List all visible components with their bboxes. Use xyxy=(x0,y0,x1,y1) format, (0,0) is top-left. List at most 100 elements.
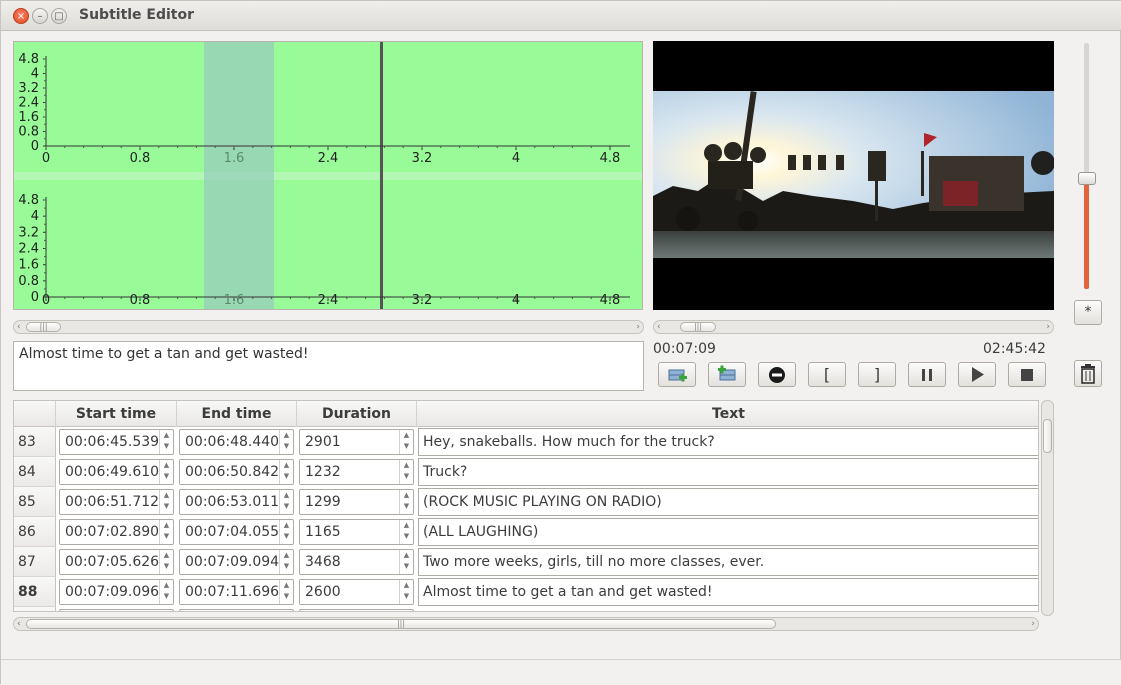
end-time-spinbox[interactable]: 00:07:04.055 ▲ ▼ xyxy=(179,519,294,545)
insert-before-icon xyxy=(668,369,687,382)
waveform-panel[interactable]: 4.8 4 3.2 2.4 1.6 0.8 0 0 0.8 1.6 2.4 3.2 4 4.8 4.8 4 3.… xyxy=(13,41,643,310)
volume-slider-handle[interactable] xyxy=(1078,172,1096,185)
minimize-window-button[interactable]: – xyxy=(32,8,48,24)
subtitle-table[interactable]: Start time End time Duration Text 83 00:0… xyxy=(13,400,1039,612)
row-number[interactable]: 88 xyxy=(14,577,56,607)
maximize-window-button[interactable]: □ xyxy=(51,8,67,24)
table-horizontal-scroll-thumb[interactable]: ||| xyxy=(26,619,776,629)
insert-after-button[interactable] xyxy=(708,362,746,387)
spin-arrows-icon[interactable]: ▲ ▼ xyxy=(159,550,173,574)
spin-arrows-icon[interactable]: ▲ ▼ xyxy=(159,520,173,544)
start-time-spinbox[interactable]: 00:06:51.712 ▲ ▼ xyxy=(59,489,174,515)
spin-arrows-icon[interactable]: ▲ ▼ xyxy=(279,490,293,514)
end-time-spinbox[interactable]: 00:06:53.011 ▲ ▼ xyxy=(179,489,294,515)
subtitle-text-cell[interactable]: (ALL LAUGHING) xyxy=(418,518,1038,546)
table-row[interactable]: 85 00:06:51.712 ▲ ▼ 00:06:53.011 ▲ ▼ 1299 ▲ ▼ (ROC… xyxy=(14,487,1038,517)
y-tick-label: 0.8 xyxy=(18,274,39,289)
waveform-scroll-thumb[interactable]: ||| xyxy=(26,322,61,332)
duration-spinbox[interactable]: 3468 ▲ ▼ xyxy=(299,549,414,575)
end-time-spinbox[interactable]: 00:06:48.440 ▲ ▼ xyxy=(179,429,294,455)
spin-arrows-icon[interactable]: ▲ ▼ xyxy=(279,580,293,604)
spin-arrows-icon[interactable]: ▲ ▼ xyxy=(279,460,293,484)
text-header[interactable]: Text xyxy=(417,401,1038,427)
start-time-spinbox[interactable]: 00:06:45.539 ▲ ▼ xyxy=(59,429,174,455)
table-scroll-right-icon[interactable]: › xyxy=(1031,618,1035,630)
start-time-spinbox[interactable]: 00:07:02.890 ▲ ▼ xyxy=(59,519,174,545)
subtitle-text-cell[interactable]: Almost time to get a tan and get wasted! xyxy=(418,578,1038,606)
spin-arrows-icon[interactable]: ▲ ▼ xyxy=(279,520,293,544)
spin-arrows-icon[interactable]: ▲ ▼ xyxy=(159,490,173,514)
row-number[interactable]: 86 xyxy=(14,517,56,547)
table-scroll-left-icon[interactable]: ‹ xyxy=(17,618,21,630)
subtitle-text-cell[interactable]: Truck? xyxy=(418,458,1038,486)
waveform-axes: 4.843.22.41.60.800 0.8 1.6 2.4 3.2 4 4.84.843.… xyxy=(18,52,630,308)
scroll-right-icon[interactable]: › xyxy=(636,321,640,333)
start-time-spinbox[interactable]: 00:06:49.610 ▲ ▼ xyxy=(59,459,174,485)
remove-subtitle-button[interactable] xyxy=(758,362,796,387)
pause-button[interactable] xyxy=(908,362,946,387)
spin-arrows-icon[interactable]: ▲ ▼ xyxy=(399,490,413,514)
spin-arrows-icon[interactable]: ▲ ▼ xyxy=(279,550,293,574)
stop-button[interactable] xyxy=(1008,362,1046,387)
seek-left-icon[interactable]: ‹ xyxy=(657,321,661,333)
remove-icon xyxy=(769,367,785,383)
duration-spinbox[interactable]: 1165 ▲ ▼ xyxy=(299,519,414,545)
spin-arrows-icon[interactable]: ▲ ▼ xyxy=(399,460,413,484)
row-number[interactable]: 83 xyxy=(14,427,56,457)
table-row[interactable]: 88 00:07:09.096 ▲ ▼ 00:07:11.696 ▲ ▼ 2600 ▲ ▼ Almo… xyxy=(14,577,1038,607)
table-row[interactable]: 84 00:06:49.610 ▲ ▼ 00:06:50.842 ▲ ▼ 1232 ▲ ▼ Truc… xyxy=(14,457,1038,487)
subtitle-text-editor[interactable]: Almost time to get a tan and get wasted! xyxy=(13,341,644,391)
spin-arrows-icon[interactable]: ▲ ▼ xyxy=(159,580,173,604)
video-seek-thumb[interactable]: ||| xyxy=(680,322,716,332)
table-vertical-scroll-thumb[interactable] xyxy=(1043,419,1052,453)
start-time-spinbox[interactable]: 00:07:09.096 ▲ ▼ xyxy=(59,579,174,605)
spin-arrows-icon[interactable]: ▲ ▼ xyxy=(399,430,413,454)
spin-arrows-icon[interactable]: ▲ ▼ xyxy=(159,460,173,484)
video-player[interactable] xyxy=(653,41,1054,310)
volume-reset-button[interactable]: * xyxy=(1074,300,1102,325)
mark-end-button[interactable]: ] xyxy=(858,362,896,387)
duration-value: 1232 xyxy=(305,464,341,480)
y-tick-label: 4 xyxy=(31,209,39,224)
duration-spinbox[interactable]: 2600 ▲ ▼ xyxy=(299,579,414,605)
scroll-left-icon[interactable]: ‹ xyxy=(17,321,21,333)
x-tick-label: 4.8 xyxy=(600,151,621,166)
duration-header[interactable]: Duration xyxy=(297,401,417,427)
end-time-value: 00:06:53.011 xyxy=(185,494,280,510)
end-time-header[interactable]: End time xyxy=(177,401,297,427)
seek-right-icon[interactable]: › xyxy=(1046,321,1050,333)
duration-spinbox[interactable]: 1299 ▲ ▼ xyxy=(299,489,414,515)
play-button[interactable] xyxy=(958,362,996,387)
play-icon xyxy=(972,367,984,382)
row-number[interactable]: 87 xyxy=(14,547,56,577)
spin-arrows-icon[interactable]: ▲ ▼ xyxy=(399,520,413,544)
spin-arrows-icon[interactable]: ▲ ▼ xyxy=(279,430,293,454)
row-number[interactable]: 84 xyxy=(14,457,56,487)
subtitle-text-cell[interactable]: (ROCK MUSIC PLAYING ON RADIO) xyxy=(418,488,1038,516)
spin-arrows-icon[interactable]: ▲ ▼ xyxy=(399,580,413,604)
subtitle-text-cell[interactable]: Two more weeks, girls, till no more clas… xyxy=(418,548,1038,576)
table-vertical-scrollbar[interactable] xyxy=(1041,400,1054,616)
close-window-button[interactable]: × xyxy=(13,8,29,24)
start-time-header[interactable]: Start time xyxy=(56,401,177,427)
spin-arrows-icon[interactable]: ▲ ▼ xyxy=(399,550,413,574)
duration-spinbox[interactable]: 2901 ▲ ▼ xyxy=(299,429,414,455)
row-number[interactable]: 85 xyxy=(14,487,56,517)
video-seek-scrollbar[interactable]: ‹ ||| › xyxy=(653,320,1054,334)
table-row[interactable]: 83 00:06:45.539 ▲ ▼ 00:06:48.440 ▲ ▼ 2901 ▲ ▼ Hey,… xyxy=(14,427,1038,457)
table-row[interactable]: 86 00:07:02.890 ▲ ▼ 00:07:04.055 ▲ ▼ 1165 ▲ ▼ (ALL… xyxy=(14,517,1038,547)
mark-start-button[interactable]: [ xyxy=(808,362,846,387)
duration-spinbox[interactable]: 1232 ▲ ▼ xyxy=(299,459,414,485)
end-time-spinbox[interactable]: 00:07:09.094 ▲ ▼ xyxy=(179,549,294,575)
x-tick-label: 1.6 xyxy=(224,293,245,308)
insert-before-button[interactable] xyxy=(658,362,696,387)
table-horizontal-scrollbar[interactable]: ‹ ||| › xyxy=(13,617,1039,631)
end-time-spinbox[interactable]: 00:07:11.696 ▲ ▼ xyxy=(179,579,294,605)
spin-arrows-icon[interactable]: ▲ ▼ xyxy=(159,430,173,454)
waveform-scrollbar[interactable]: ‹ ||| › xyxy=(13,320,644,334)
end-time-spinbox[interactable]: 00:06:50.842 ▲ ▼ xyxy=(179,459,294,485)
subtitle-text-cell[interactable]: Hey, snakeballs. How much for the truck? xyxy=(418,428,1038,456)
start-time-spinbox[interactable]: 00:07:05.626 ▲ ▼ xyxy=(59,549,174,575)
delete-button[interactable] xyxy=(1074,360,1102,387)
table-row[interactable]: 87 00:07:05.626 ▲ ▼ 00:07:09.094 ▲ ▼ 3468 ▲ ▼ Two … xyxy=(14,547,1038,577)
